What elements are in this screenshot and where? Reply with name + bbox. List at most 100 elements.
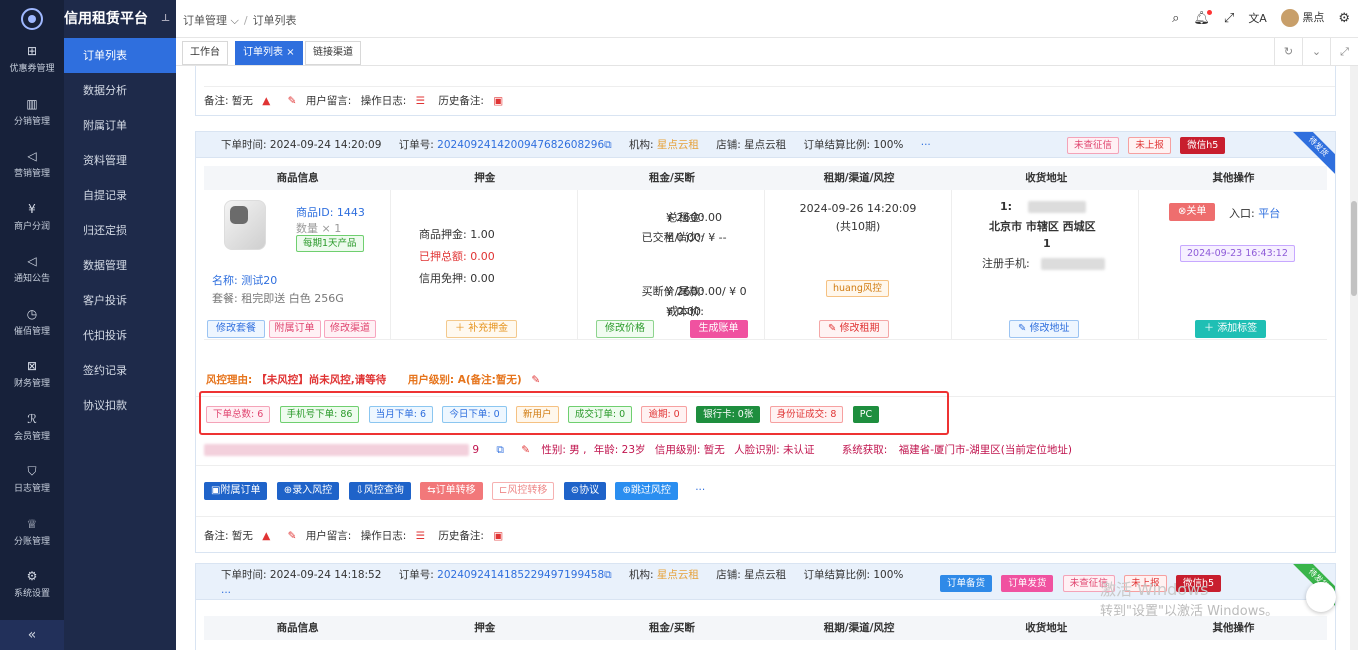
more-icon[interactable]: ··· (695, 484, 705, 496)
rail-item[interactable]: ℛ 会员管理 (0, 406, 64, 458)
sidebar-item[interactable]: 资料管理 (64, 143, 176, 178)
edit-address-button[interactable]: ✎ 修改地址 (1009, 320, 1079, 338)
phone-image[interactable] (224, 200, 266, 250)
copy-icon[interactable]: ⧉ (604, 139, 612, 151)
rail-item[interactable]: ⛉ 日志管理 (0, 458, 64, 510)
sidebar-item[interactable]: 协议扣款 (64, 388, 176, 423)
sidebar-item[interactable]: 数据分析 (64, 73, 176, 108)
sidebar-item[interactable]: 订单列表 (64, 38, 176, 73)
sidebar-item[interactable]: 数据管理 (64, 248, 176, 283)
sidebar-item[interactable]: 客户投诉 (64, 283, 176, 318)
rail-item[interactable]: ⊞ 优惠券管理 (0, 38, 64, 90)
expand-icon[interactable]: ⤢ (1330, 38, 1358, 66)
edit-icon[interactable]: ✎ (521, 444, 530, 456)
tag-credit-unchecked: 未查征信 (1067, 136, 1120, 154)
transfer-order-button[interactable]: ⇆订单转移 (420, 482, 483, 500)
agreement-button[interactable]: ⊜协议 (563, 482, 607, 500)
ops-cell: ⊗关单 入口: 平台 2024-09-23 16:43:12 ＋ 添加标签 (1139, 190, 1329, 340)
rail-item[interactable]: ⚙ 系统设置 (0, 563, 64, 615)
gear-icon[interactable]: ⚙ (1338, 11, 1350, 26)
tag-unreported: 未上报 (1128, 136, 1171, 154)
blurred-user-info (204, 444, 469, 456)
generate-bill-button[interactable]: 生成账单 (689, 320, 748, 338)
product-badge: 每期1天产品 (296, 235, 364, 252)
rail-item[interactable]: ¥ 商户分润 (0, 196, 64, 248)
stock-order-button[interactable]: 订单备货 (940, 574, 993, 592)
skip-risk-button[interactable]: ⊕跳过风控 (615, 482, 678, 500)
rail-item[interactable]: ◁ 通知公告 (0, 248, 64, 300)
rail-item[interactable]: ◁ 营销管理 (0, 143, 64, 195)
pin-icon[interactable]: ⊥ (161, 0, 170, 38)
rail-item[interactable]: ♕ 分账管理 (0, 511, 64, 563)
tab-link-channel[interactable]: 链接渠道 (305, 41, 361, 65)
rail-item[interactable]: ⊠ 财务管理 (0, 353, 64, 405)
product-name[interactable]: 测试20 (241, 274, 277, 287)
breadcrumb: 订单管理 ⌵ / 订单列表 (183, 14, 297, 27)
goods-deposit: 1.00 (470, 228, 495, 241)
copy-icon[interactable]: ⧉ (496, 444, 504, 456)
risk-query-button[interactable]: ⇩风控查询 (348, 482, 411, 500)
user-credit: 信用级别: 暂无 (654, 444, 725, 456)
transfer-risk-button[interactable]: ⊏风控转移 (492, 482, 555, 500)
translate-icon[interactable]: 文A (1248, 10, 1267, 26)
scrollbar[interactable] (1350, 66, 1358, 650)
list-icon[interactable]: ☰ (416, 530, 425, 542)
rail-item[interactable]: ▥ 分销管理 (0, 91, 64, 143)
rail-item-label: 优惠券管理 (9, 64, 55, 74)
more-icon[interactable]: ··· (221, 587, 231, 599)
add-tag-button[interactable]: ＋ 添加标签 (1195, 320, 1267, 338)
help-button[interactable] (1306, 582, 1336, 612)
sub-order-button[interactable]: 附属订单 (268, 320, 321, 338)
buyout-price: ¥ 2600.00/ ¥ 0 (666, 285, 747, 298)
search-icon[interactable]: ⌕ (1172, 11, 1179, 26)
status-ribbon: 待发货 (1293, 132, 1335, 174)
add-deposit-button[interactable]: ＋ 补充押金 (446, 320, 518, 338)
edit-channel-button[interactable]: 修改渠道 (324, 320, 376, 338)
rail-item[interactable]: ◷ 催佰管理 (0, 301, 64, 353)
period-count: (共10期) (835, 220, 881, 233)
tab-order-list[interactable]: 订单列表 × (235, 41, 303, 65)
edit-icon[interactable]: ✎ (288, 530, 297, 542)
sidebar-item[interactable]: 自提记录 (64, 178, 176, 213)
ship-order-button[interactable]: 订单发货 (1001, 574, 1054, 592)
copy-icon[interactable]: ⧉ (604, 569, 612, 581)
list-icon[interactable]: ☰ (416, 95, 425, 107)
address-detail: 1 (1043, 237, 1051, 250)
order-number[interactable]: 20240924141852294971994​58 (437, 569, 604, 581)
enter-risk-button[interactable]: ⊕录入风控 (276, 482, 340, 500)
sidebar-item[interactable]: 签约记录 (64, 353, 176, 388)
caret-up-icon[interactable]: ▲ (262, 95, 270, 107)
order-number[interactable]: 20240924142009476826082​96 (437, 139, 604, 151)
edit-period-button[interactable]: ✎ 修改租期 (819, 320, 889, 338)
history-icon[interactable]: ▣ (493, 95, 503, 107)
user-age: 年龄: 23岁 (593, 444, 646, 456)
collapse-icon[interactable]: « (0, 620, 64, 650)
close-icon[interactable]: × (286, 47, 294, 58)
sub-order-action-button[interactable]: ▣附属订单 (204, 482, 268, 500)
edit-package-button[interactable]: 修改套餐 (207, 320, 265, 338)
refresh-icon[interactable]: ↻ (1274, 38, 1302, 66)
edit-icon[interactable]: ✎ (288, 95, 297, 107)
tab-bar: 工作台 订单列表 × 链接渠道 ↻ ⌄ ⤢ (176, 38, 1358, 66)
edit-icon[interactable]: ✎ (531, 374, 540, 386)
product-package: 租完即送 白色 256G (241, 292, 344, 305)
tab-workbench[interactable]: 工作台 (182, 41, 228, 65)
operation-log-label: 操作日志: (360, 95, 407, 107)
user-menu[interactable]: 黑点 (1280, 9, 1324, 27)
more-icon[interactable]: ··· (921, 139, 931, 151)
sidebar-item[interactable]: 代扣投诉 (64, 318, 176, 353)
shop-name: 星点云租 (744, 569, 787, 581)
edit-price-button[interactable]: 修改价格 (596, 320, 654, 338)
sidebar: 订单列表 数据分析 附属订单 资料管理 自提记录 归还定损 数据管理 客户投诉 代扣投诉 签约记录… (64, 0, 176, 650)
chevron-down-icon[interactable]: ⌄ (1302, 38, 1330, 66)
remark-label: 备注: (204, 95, 229, 107)
sidebar-item[interactable]: 归还定损 (64, 213, 176, 248)
history-icon[interactable]: ▣ (493, 530, 503, 542)
caret-up-icon[interactable]: ▲ (262, 530, 270, 542)
breadcrumb-orders[interactable]: 订单管理 (183, 14, 227, 27)
bell-icon[interactable]: 🔔︎ (1193, 9, 1212, 26)
order-time: 2024-09-24 14:18:52 (269, 569, 382, 581)
sidebar-item[interactable]: 附属订单 (64, 108, 176, 143)
fullscreen-icon[interactable]: ⤢ (1224, 11, 1234, 26)
close-order-button[interactable]: ⊗关单 (1169, 203, 1216, 221)
